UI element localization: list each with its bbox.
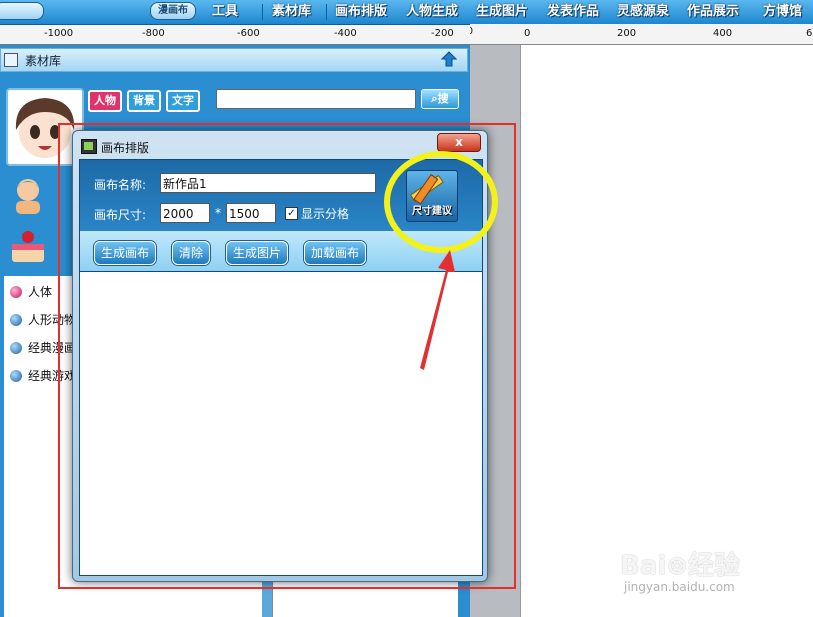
yellow-circle-annotation: [384, 151, 498, 253]
watermark-url: jingyan.baidu.com: [624, 580, 735, 594]
watermark-logo: Bai⊛经验: [620, 551, 741, 581]
annotation-layer: [384, 151, 498, 370]
red-arrow-annotation: [420, 250, 455, 370]
